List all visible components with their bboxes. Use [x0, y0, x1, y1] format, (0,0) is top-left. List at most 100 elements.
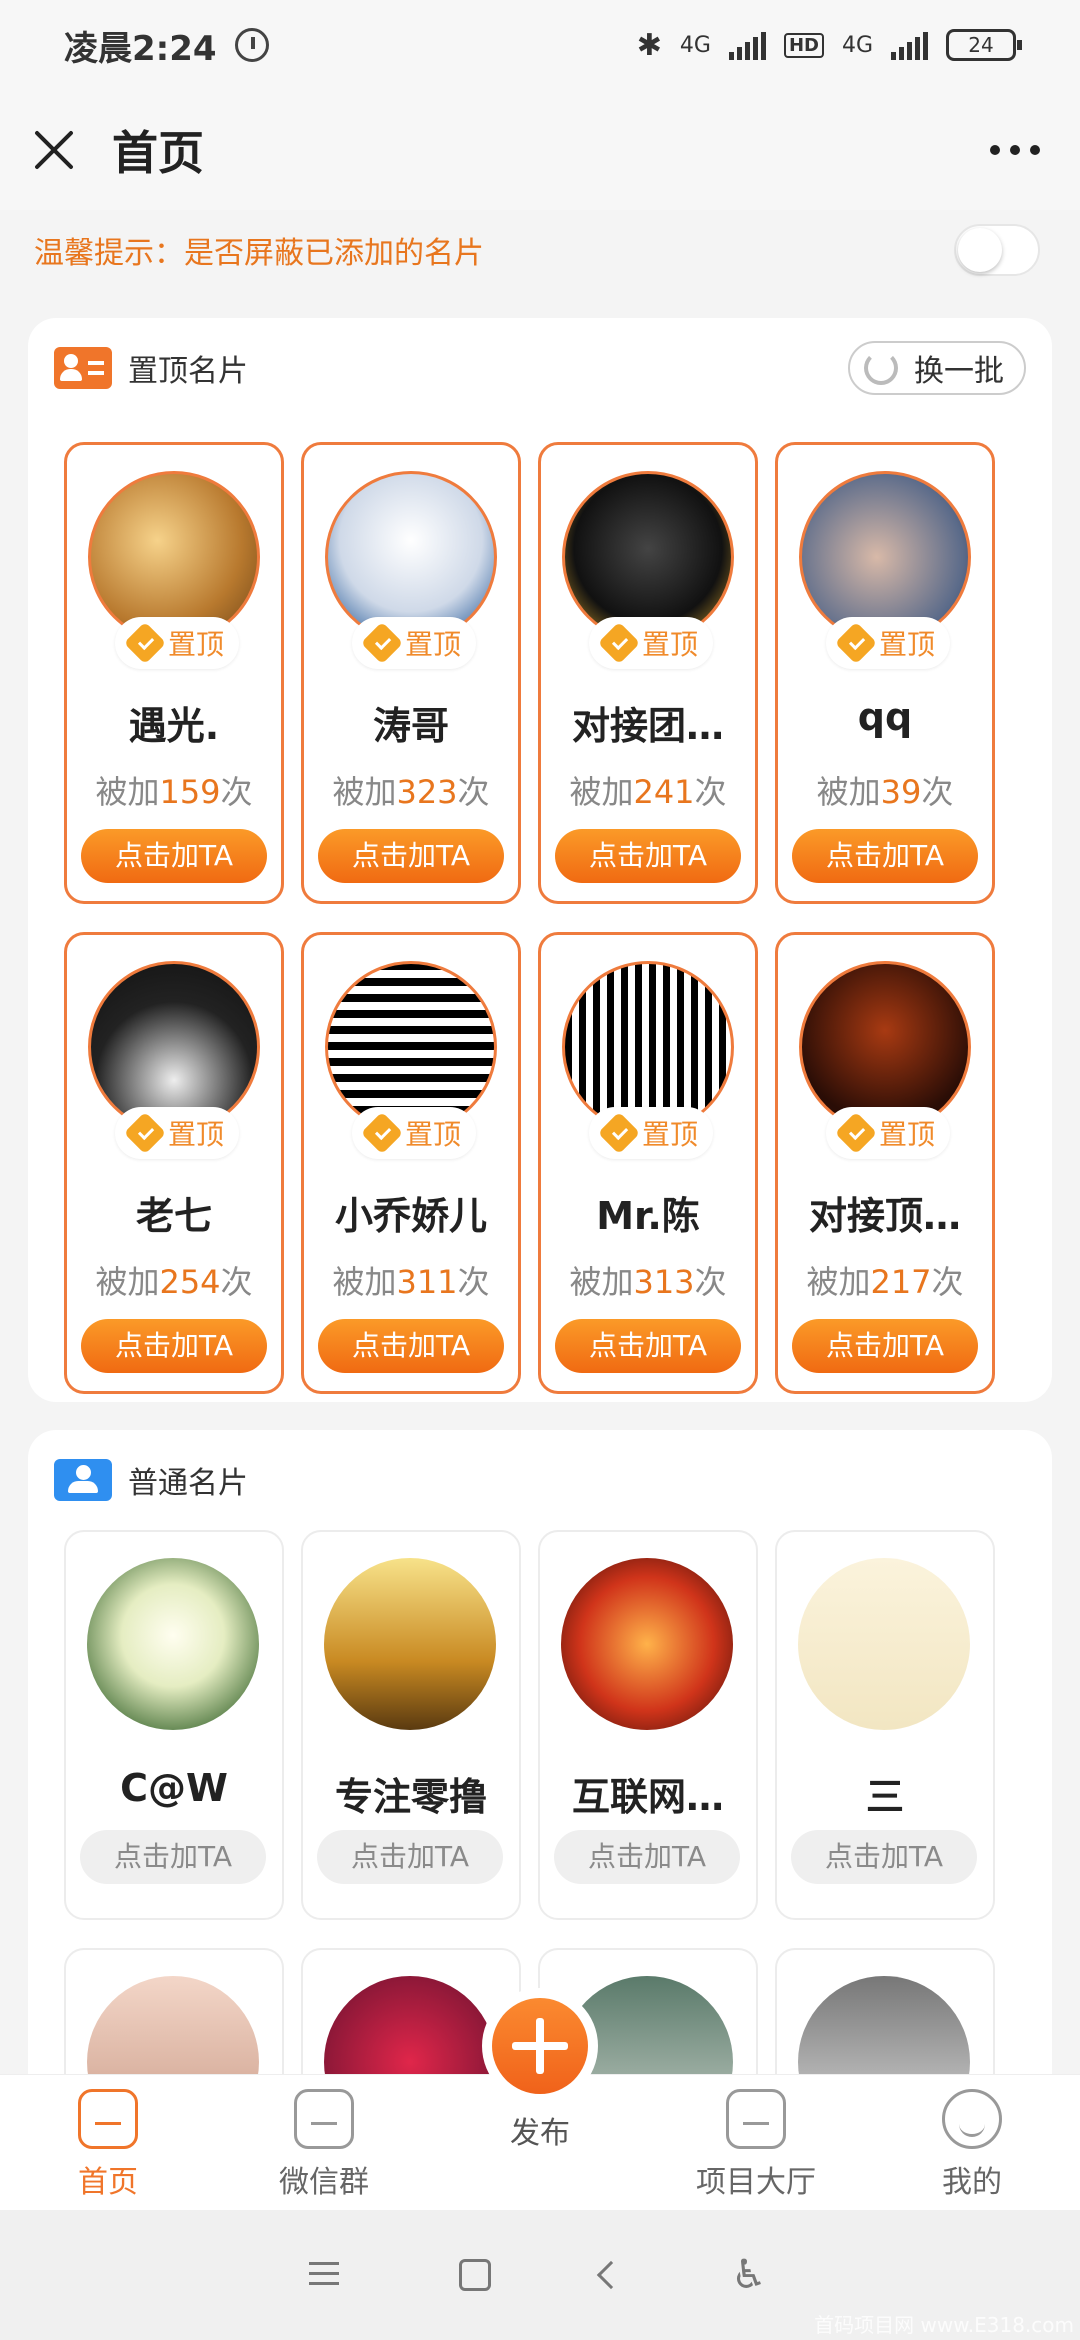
pinned-card[interactable]: 置顶小乔娇儿被加311次点击加TA	[301, 932, 521, 1394]
add-count: 被加254次	[67, 1257, 281, 1303]
add-count: 被加39次	[778, 767, 992, 813]
count-number: 254	[159, 1263, 221, 1301]
accessibility-icon[interactable]: ♿	[731, 2255, 771, 2295]
diamond-icon	[597, 621, 641, 665]
count-prefix: 被加	[95, 1263, 160, 1301]
plus-icon	[492, 1998, 588, 2094]
pinned-badge: 置顶	[115, 617, 239, 669]
diamond-icon	[834, 1111, 878, 1155]
bluetooth-icon: ✱	[636, 27, 662, 63]
alarm-icon	[234, 28, 269, 62]
pinned-badge: 置顶	[589, 617, 713, 669]
avatar	[798, 1558, 970, 1730]
block-added-toggle[interactable]	[954, 224, 1040, 276]
add-contact-button[interactable]: 点击加TA	[792, 1319, 978, 1373]
pinned-cards-panel: 置顶名片 换一批 置顶 遇光. 被加159次 点击加TA 置顶 涛哥 被加323次 点击加TA…	[28, 318, 1052, 1402]
tab-home-label: 首页	[78, 2165, 138, 2200]
more-options-icon[interactable]	[990, 145, 1040, 155]
add-contact-button[interactable]: 点击加TA	[81, 1319, 267, 1373]
normal-card[interactable]: 专注零撸点击加TA	[301, 1530, 521, 1920]
add-count: 被加313次	[541, 1257, 755, 1303]
count-prefix: 被加	[806, 1263, 871, 1301]
card-name: 互联网…	[571, 1775, 724, 1819]
diamond-icon	[597, 1111, 641, 1155]
watermark: 首码项目网 www.E318.com	[814, 2313, 1074, 2337]
count-suffix: 次	[931, 1263, 964, 1301]
pinned-badge: 置顶	[352, 1107, 476, 1159]
diamond-icon	[360, 1111, 404, 1155]
avatar	[324, 1558, 496, 1730]
publish-button[interactable]: 发布	[460, 1988, 620, 2152]
normal-card[interactable]: C@W 点击加TA	[64, 1530, 284, 1920]
pinned-card[interactable]: 置顶 对接顶… 被加217次 点击加TA	[775, 932, 995, 1394]
back-icon[interactable]	[596, 2260, 626, 2290]
add-count: 被加159次	[67, 767, 281, 813]
normal-card[interactable]: 互联网… 点击加TA	[538, 1530, 758, 1920]
signal-icon-1	[728, 30, 766, 60]
pinned-badge-label: 置顶	[878, 628, 935, 661]
count-suffix: 次	[921, 773, 954, 811]
pinned-badge: 置顶	[826, 1107, 950, 1159]
pinned-badge: 置顶	[589, 1107, 713, 1159]
add-contact-button[interactable]: 点击加TA	[317, 1830, 503, 1884]
tab-profile[interactable]: 我的	[892, 2089, 1052, 2201]
add-contact-button[interactable]: 点击加TA	[554, 1830, 740, 1884]
contact-card-icon	[54, 347, 112, 389]
tip-text: 温馨提示：是否屏蔽已添加的名片	[34, 236, 484, 271]
refresh-batch-button[interactable]: 换一批	[848, 341, 1026, 395]
pinned-badge-label: 置顶	[167, 1118, 224, 1151]
tab-project-hall[interactable]: 项目大厅	[676, 2089, 836, 2201]
add-contact-button[interactable]: 点击加TA	[791, 1830, 977, 1884]
pinned-card[interactable]: 置顶 涛哥 被加323次 点击加TA	[301, 442, 521, 904]
close-icon[interactable]	[32, 128, 76, 172]
pinned-badge-label: 置顶	[404, 1118, 461, 1151]
pinned-card[interactable]: 置顶 Mr.陈被加313次点击加TA	[538, 932, 758, 1394]
add-contact-button[interactable]: 点击加TA	[318, 1319, 504, 1373]
card-name: 对接团…	[571, 704, 724, 748]
card-name: 专注零撸	[334, 1775, 487, 1819]
page-title: 首页	[112, 126, 204, 180]
count-suffix: 次	[220, 1263, 253, 1301]
count-suffix: 次	[457, 1263, 490, 1301]
nav-bar: 首页	[0, 90, 1080, 210]
diamond-icon	[123, 1111, 167, 1155]
normal-panel-header: 普通名片	[28, 1430, 1052, 1530]
pinned-card[interactable]: 置顶 qq 被加39次点击加TA	[775, 442, 995, 904]
count-prefix: 被加	[569, 1263, 634, 1301]
count-prefix: 被加	[332, 773, 397, 811]
add-count: 被加241次	[541, 767, 755, 813]
tab-profile-label: 我的	[942, 2165, 1002, 2200]
add-count: 被加311次	[304, 1257, 518, 1303]
pinned-badge: 置顶	[826, 617, 950, 669]
add-contact-button[interactable]: 点击加TA	[555, 829, 741, 883]
pinned-card[interactable]: 置顶 遇光. 被加159次 点击加TA	[64, 442, 284, 904]
tab-home[interactable]: 首页	[28, 2089, 188, 2201]
card-name: Mr.陈	[596, 1194, 700, 1238]
diamond-icon	[834, 621, 878, 665]
status-bar: 凌晨2:24 ✱ 4G HD 4G 24	[0, 0, 1080, 90]
count-number: 311	[396, 1263, 458, 1301]
profile-icon	[942, 2089, 1002, 2149]
pinned-card[interactable]: 置顶 老七 被加254次 点击加TA	[64, 932, 284, 1394]
add-contact-button[interactable]: 点击加TA	[555, 1319, 741, 1373]
battery-icon: 24	[946, 29, 1022, 61]
count-suffix: 次	[694, 1263, 727, 1301]
count-prefix: 被加	[569, 773, 634, 811]
card-name: 小乔娇儿	[334, 1194, 487, 1238]
add-contact-button[interactable]: 点击加TA	[318, 829, 504, 883]
add-contact-button[interactable]: 点击加TA	[792, 829, 978, 883]
tab-wechat-group[interactable]: 微信群	[244, 2089, 404, 2201]
menu-icon[interactable]	[309, 2255, 349, 2295]
normal-card[interactable]: 三点击加TA	[775, 1530, 995, 1920]
tab-wechat-group-label: 微信群	[279, 2165, 369, 2200]
pinned-card[interactable]: 置顶对接团… 被加241次点击加TA	[538, 442, 758, 904]
network-label-2: 4G	[841, 32, 873, 58]
status-icons: ✱ 4G HD 4G 24	[636, 27, 1022, 63]
refresh-icon	[864, 351, 898, 385]
card-name: qq	[857, 695, 913, 739]
normal-panel-title: 普通名片	[128, 1466, 248, 1501]
home-icon[interactable]	[459, 2259, 491, 2291]
add-contact-button[interactable]: 点击加TA	[80, 1830, 266, 1884]
count-suffix: 次	[694, 773, 727, 811]
add-contact-button[interactable]: 点击加TA	[81, 829, 267, 883]
